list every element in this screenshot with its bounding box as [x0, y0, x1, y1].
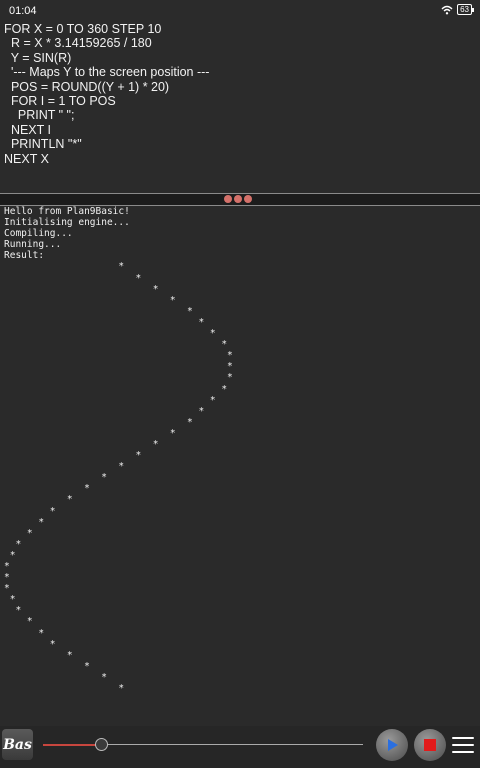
console-line: * — [4, 416, 193, 428]
console-line: * — [4, 294, 176, 306]
code-line[interactable]: FOR X = 0 TO 360 STEP 10 — [0, 22, 480, 36]
code-line[interactable]: PRINT " "; — [0, 108, 480, 122]
speed-slider[interactable] — [43, 738, 363, 751]
console-line: * — [4, 671, 107, 683]
code-line[interactable]: R = X * 3.14159265 / 180 — [0, 36, 480, 50]
pane-splitter[interactable] — [0, 193, 480, 206]
slider-fill — [43, 744, 101, 746]
console-line: * — [4, 283, 159, 295]
status-icons: 63 — [441, 4, 474, 15]
code-line[interactable]: Y = SIN(R) — [0, 51, 480, 65]
console-line: * — [4, 405, 205, 417]
console-line: Compiling... — [4, 228, 73, 240]
code-editor[interactable]: FOR X = 0 TO 360 STEP 10 R = X * 3.14159… — [0, 22, 480, 192]
console-line: * — [4, 438, 159, 450]
app-logo-text: Bas — [3, 736, 32, 753]
console-line: * — [4, 305, 193, 317]
console-line: * — [4, 461, 125, 473]
code-line[interactable]: '--- Maps Y to the screen position --- — [0, 65, 480, 79]
console-line: * — [4, 316, 205, 328]
console-line: * — [4, 328, 216, 340]
status-bar: 01:04 63 — [0, 0, 480, 22]
console-line: * — [4, 427, 176, 439]
console-line: * — [4, 572, 10, 584]
console-line: * — [4, 683, 125, 695]
console-line: * — [4, 505, 56, 517]
console-line: * — [4, 627, 45, 639]
battery-icon: 63 — [457, 4, 474, 15]
console-line: * — [4, 450, 142, 462]
console-line: * — [4, 361, 233, 373]
console-line: * — [4, 594, 16, 606]
bottom-toolbar: Bas — [0, 726, 480, 768]
console-line: Hello from Plan9Basic! — [4, 206, 130, 217]
console-line: * — [4, 339, 228, 351]
console-line: * — [4, 516, 45, 528]
console-line: * — [4, 605, 22, 617]
status-time: 01:04 — [9, 5, 37, 17]
console-line: * — [4, 350, 233, 362]
play-icon — [388, 739, 398, 751]
console-line: * — [4, 561, 10, 572]
slider-thumb[interactable] — [94, 738, 108, 751]
console-line: * — [4, 538, 22, 550]
console-line: Result: — [4, 250, 45, 262]
console-line: * — [4, 483, 90, 495]
console-line: * — [4, 549, 16, 561]
code-line[interactable]: FOR I = 1 TO POS — [0, 94, 480, 108]
code-line[interactable]: NEXT X — [0, 152, 480, 166]
console-line: * — [4, 372, 233, 384]
console-line: * — [4, 494, 73, 506]
code-line[interactable]: POS = ROUND((Y + 1) * 20) — [0, 80, 480, 94]
console-line: Running... — [4, 239, 62, 251]
console-line: * — [4, 660, 90, 672]
run-button[interactable] — [376, 729, 408, 761]
app-logo-button[interactable]: Bas — [2, 729, 33, 760]
console-line: * — [4, 527, 33, 539]
drag-handle-icon[interactable] — [224, 195, 252, 203]
code-line[interactable]: NEXT I — [0, 123, 480, 137]
console-output: Hello from Plan9Basic! Initialising engin… — [0, 206, 480, 726]
console-line: Initialising engine... — [4, 217, 130, 229]
console-line: * — [4, 616, 33, 628]
wifi-icon — [441, 5, 453, 14]
console-line: * — [4, 583, 10, 595]
console-line: * — [4, 638, 56, 650]
console-line: * — [4, 272, 142, 284]
console-line: * — [4, 394, 216, 406]
console-line: * — [4, 472, 107, 484]
stop-icon — [424, 739, 436, 751]
menu-button[interactable] — [452, 737, 474, 753]
console-line: * — [4, 649, 73, 661]
stop-button[interactable] — [414, 729, 446, 761]
console-line: * — [4, 261, 125, 273]
code-line[interactable]: PRINTLN "*" — [0, 137, 480, 151]
console-line: * — [4, 383, 228, 395]
